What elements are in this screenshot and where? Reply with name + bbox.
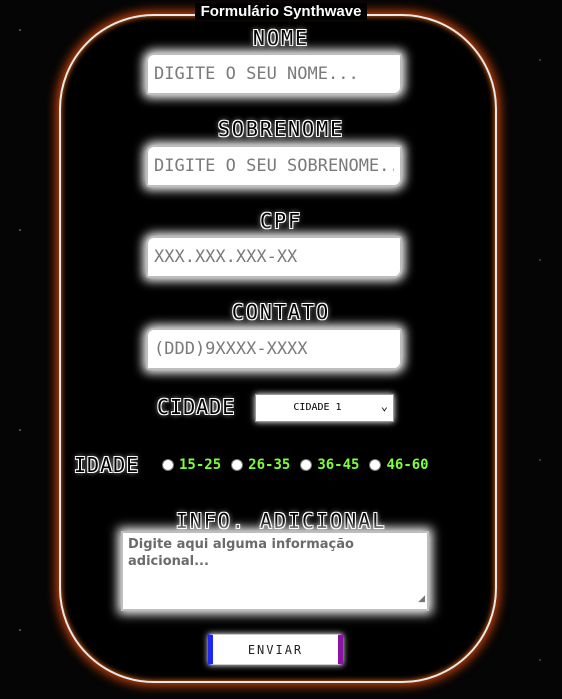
form-legend: Formulário Synthwave: [0, 3, 562, 20]
info-label: INFO. ADICIONAL: [175, 509, 387, 533]
idade-option-label: 36-45: [317, 457, 360, 473]
nome-label: NOME: [252, 26, 310, 50]
contato-input[interactable]: [146, 328, 402, 370]
info-placeholder: Digite aqui alguma informação adicional.…: [128, 537, 354, 569]
cidade-label: CIDADE: [157, 395, 236, 419]
resize-grip-icon[interactable]: ◢: [418, 591, 425, 608]
idade-radio-group: 15-25 26-35 36-45 46-60: [158, 455, 435, 475]
idade-option-label: 15-25: [179, 457, 222, 473]
contato-label: CONTATO: [231, 300, 331, 324]
idade-radio-2[interactable]: [231, 459, 244, 471]
sobrenome-label: SOBRENOME: [217, 117, 345, 141]
chevron-down-icon: ⌄: [380, 399, 388, 413]
idade-option-label: 46-60: [386, 457, 429, 473]
cpf-label: CPF: [259, 209, 303, 233]
idade-radio-1[interactable]: [162, 459, 174, 471]
cidade-select[interactable]: CIDADE 1 ⌄: [255, 394, 394, 422]
idade-label: IDADE: [74, 453, 140, 477]
idade-option-label: 26-35: [248, 457, 291, 473]
cidade-selected-value: CIDADE 1: [293, 402, 342, 413]
nome-input[interactable]: [146, 53, 402, 95]
cpf-input[interactable]: [146, 236, 402, 278]
idade-radio-3[interactable]: [300, 459, 313, 471]
idade-radio-4[interactable]: [369, 459, 382, 471]
sobrenome-input[interactable]: [146, 145, 402, 187]
submit-button[interactable]: ENVIAR: [208, 634, 343, 665]
info-textarea[interactable]: Digite aqui alguma informação adicional.…: [121, 531, 429, 611]
